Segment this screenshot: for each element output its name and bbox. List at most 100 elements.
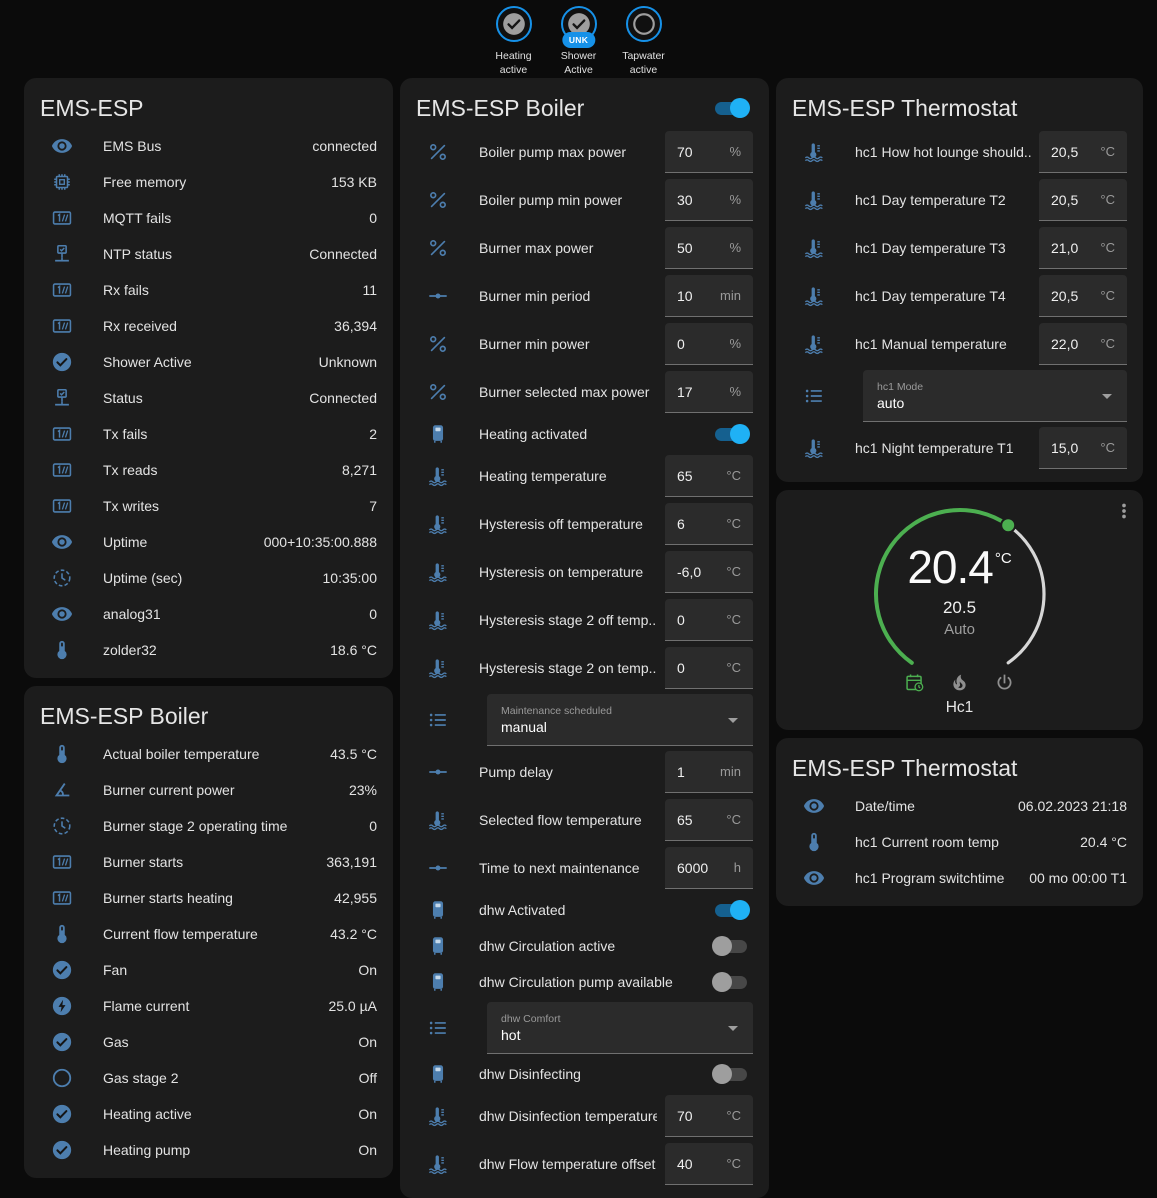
row-rx-received[interactable]: Rx received36,394 <box>40 308 377 344</box>
more-options-icon[interactable] <box>1113 500 1135 522</box>
row-tx-fails[interactable]: Tx fails2 <box>40 416 377 452</box>
row-status[interactable]: StatusConnected <box>40 380 377 416</box>
row-mqtt-fails[interactable]: MQTT fails0 <box>40 200 377 236</box>
row-hc1-mode[interactable]: hc1 Modeauto <box>792 368 1127 424</box>
row-ems-bus[interactable]: EMS Busconnected <box>40 128 377 164</box>
row-gas[interactable]: GasOn <box>40 1024 377 1060</box>
row-uptime[interactable]: Uptime000+10:35:00.888 <box>40 524 377 560</box>
row-gas-stage-2[interactable]: Gas stage 2Off <box>40 1060 377 1096</box>
row-hc1-night-temperature-t1[interactable]: hc1 Night temperature T115,0°C <box>792 424 1127 472</box>
toggle-heating-activated[interactable] <box>715 428 747 441</box>
number-input-hysteresis-on-temperature[interactable]: -6,0°C <box>665 551 753 593</box>
row-shower-active[interactable]: Shower ActiveUnknown <box>40 344 377 380</box>
row-hysteresis-stage-2-off-temp[interactable]: Hysteresis stage 2 off temp...0°C <box>416 596 753 644</box>
row-hc1-manual-temperature[interactable]: hc1 Manual temperature22,0°C <box>792 320 1127 368</box>
row-uptime-sec[interactable]: Uptime (sec)10:35:00 <box>40 560 377 596</box>
badge-heating-active[interactable]: Heating active <box>486 6 542 77</box>
row-hc1-day-temperature-t2[interactable]: hc1 Day temperature T220,5°C <box>792 176 1127 224</box>
select-dhw-comfort[interactable]: dhw Comforthot <box>487 1002 753 1054</box>
row-pump-delay[interactable]: Pump delay1min <box>416 748 753 796</box>
boiler-card-power-toggle[interactable] <box>715 102 747 115</box>
badge-tapwater-active[interactable]: Tapwater active <box>616 6 672 77</box>
row-hc1-program-switchtime[interactable]: hc1 Program switchtime00 mo 00:00 T1 <box>792 860 1127 896</box>
row-dhw-comfort[interactable]: dhw Comforthot <box>416 1000 753 1056</box>
number-input-dhw-disinfection-temperature[interactable]: 70°C <box>665 1095 753 1137</box>
number-input-burner-selected-max-power[interactable]: 17% <box>665 371 753 413</box>
number-input-hysteresis-stage-2-off-temp[interactable]: 0°C <box>665 599 753 641</box>
row-hc1-day-temperature-t3[interactable]: hc1 Day temperature T321,0°C <box>792 224 1127 272</box>
row-time-to-next-maintenance[interactable]: Time to next maintenance6000h <box>416 844 753 892</box>
row-hysteresis-on-temperature[interactable]: Hysteresis on temperature-6,0°C <box>416 548 753 596</box>
number-input-burner-max-power[interactable]: 50% <box>665 227 753 269</box>
row-heating-temperature[interactable]: Heating temperature65°C <box>416 452 753 500</box>
row-burner-current-power[interactable]: Burner current power23% <box>40 772 377 808</box>
row-dhw-flow-temperature-offset[interactable]: dhw Flow temperature offset40°C <box>416 1140 753 1188</box>
row-actual-boiler-temperature[interactable]: Actual boiler temperature43.5 °C <box>40 736 377 772</box>
row-boiler-pump-max-power[interactable]: Boiler pump max power70% <box>416 128 753 176</box>
row-burner-starts[interactable]: Burner starts363,191 <box>40 844 377 880</box>
chevron-down-icon[interactable] <box>1095 384 1119 408</box>
fire-icon[interactable] <box>949 672 970 693</box>
number-input-burner-min-period[interactable]: 10min <box>665 275 753 317</box>
number-input-hc1-how-hot-lounge-should[interactable]: 20,5°C <box>1039 131 1127 173</box>
row-heating-active[interactable]: Heating activeOn <box>40 1096 377 1132</box>
select-maintenance-scheduled[interactable]: Maintenance scheduledmanual <box>487 694 753 746</box>
row-dhw-disinfecting[interactable]: dhw Disinfecting <box>416 1056 753 1092</box>
row-free-memory[interactable]: Free memory153 KB <box>40 164 377 200</box>
row-tx-writes[interactable]: Tx writes7 <box>40 488 377 524</box>
number-input-dhw-flow-temperature-offset[interactable]: 40°C <box>665 1143 753 1185</box>
row-hysteresis-stage-2-on-temp[interactable]: Hysteresis stage 2 on temp...0°C <box>416 644 753 692</box>
row-burner-min-power[interactable]: Burner min power0% <box>416 320 753 368</box>
row-dhw-circulation-pump-available[interactable]: dhw Circulation pump available <box>416 964 753 1000</box>
row-burner-max-power[interactable]: Burner max power50% <box>416 224 753 272</box>
number-input-hysteresis-stage-2-on-temp[interactable]: 0°C <box>665 647 753 689</box>
chevron-down-icon[interactable] <box>721 1016 745 1040</box>
number-input-selected-flow-temperature[interactable]: 65°C <box>665 799 753 841</box>
row-hc1-how-hot-lounge-should[interactable]: hc1 How hot lounge should...20,5°C <box>792 128 1127 176</box>
chevron-down-icon[interactable] <box>721 708 745 732</box>
number-input-hc1-night-temperature-t1[interactable]: 15,0°C <box>1039 427 1127 469</box>
number-input-boiler-pump-min-power[interactable]: 30% <box>665 179 753 221</box>
toggle-dhw-activated[interactable] <box>715 904 747 917</box>
row-selected-flow-temperature[interactable]: Selected flow temperature65°C <box>416 796 753 844</box>
row-flame-current[interactable]: Flame current25.0 µA <box>40 988 377 1024</box>
row-heating-pump[interactable]: Heating pumpOn <box>40 1132 377 1168</box>
row-dhw-disinfection-temperature[interactable]: dhw Disinfection temperature70°C <box>416 1092 753 1140</box>
number-input-hysteresis-off-temperature[interactable]: 6°C <box>665 503 753 545</box>
power-icon[interactable] <box>994 672 1015 693</box>
row-burner-starts-heating[interactable]: Burner starts heating42,955 <box>40 880 377 916</box>
select-hc1-mode[interactable]: hc1 Modeauto <box>863 370 1127 422</box>
number-input-hc1-manual-temperature[interactable]: 22,0°C <box>1039 323 1127 365</box>
row-maintenance-scheduled[interactable]: Maintenance scheduledmanual <box>416 692 753 748</box>
row-fan[interactable]: FanOn <box>40 952 377 988</box>
number-input-hc1-day-temperature-t4[interactable]: 20,5°C <box>1039 275 1127 317</box>
row-burner-stage-2-operating-time[interactable]: Burner stage 2 operating time0 <box>40 808 377 844</box>
badge-shower-active[interactable]: UNKShower Active <box>551 6 607 77</box>
row-boiler-pump-min-power[interactable]: Boiler pump min power30% <box>416 176 753 224</box>
toggle-dhw-circulation-active[interactable] <box>715 940 747 953</box>
number-input-heating-temperature[interactable]: 65°C <box>665 455 753 497</box>
row-date-time[interactable]: Date/time06.02.2023 21:18 <box>792 788 1127 824</box>
row-ntp-status[interactable]: NTP statusConnected <box>40 236 377 272</box>
row-dhw-activated[interactable]: dhw Activated <box>416 892 753 928</box>
row-heating-activated[interactable]: Heating activated <box>416 416 753 452</box>
number-input-boiler-pump-max-power[interactable]: 70% <box>665 131 753 173</box>
row-zolder32[interactable]: zolder3218.6 °C <box>40 632 377 668</box>
row-hc1-day-temperature-t4[interactable]: hc1 Day temperature T420,5°C <box>792 272 1127 320</box>
number-input-burner-min-power[interactable]: 0% <box>665 323 753 365</box>
row-current-flow-temperature[interactable]: Current flow temperature43.2 °C <box>40 916 377 952</box>
number-input-time-to-next-maintenance[interactable]: 6000h <box>665 847 753 889</box>
number-input-pump-delay[interactable]: 1min <box>665 751 753 793</box>
toggle-dhw-circulation-pump-available[interactable] <box>715 976 747 989</box>
calendar-clock-icon[interactable] <box>904 672 925 693</box>
row-burner-min-period[interactable]: Burner min period10min <box>416 272 753 320</box>
number-input-hc1-day-temperature-t3[interactable]: 21,0°C <box>1039 227 1127 269</box>
toggle-dhw-disinfecting[interactable] <box>715 1068 747 1081</box>
row-hc1-current-room-temp[interactable]: hc1 Current room temp20.4 °C <box>792 824 1127 860</box>
row-hysteresis-off-temperature[interactable]: Hysteresis off temperature6°C <box>416 500 753 548</box>
row-burner-selected-max-power[interactable]: Burner selected max power17% <box>416 368 753 416</box>
row-rx-fails[interactable]: Rx fails11 <box>40 272 377 308</box>
row-dhw-circulation-active[interactable]: dhw Circulation active <box>416 928 753 964</box>
row-tx-reads[interactable]: Tx reads8,271 <box>40 452 377 488</box>
row-analog31[interactable]: analog310 <box>40 596 377 632</box>
